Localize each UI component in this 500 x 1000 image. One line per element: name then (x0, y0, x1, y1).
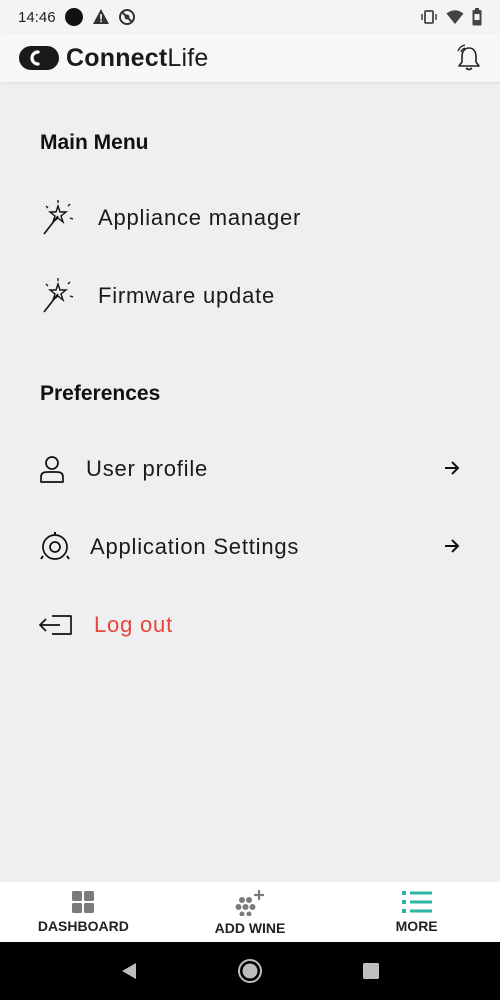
logout-button[interactable]: Log out (38, 599, 468, 651)
menu-item-appliance-manager[interactable]: Appliance manager (38, 192, 468, 244)
menu-item-label: Application Settings (90, 534, 300, 559)
vibrate-icon (421, 10, 437, 24)
logo-text: ConnectLife (66, 43, 209, 72)
notification-dot-icon (64, 8, 83, 26)
home-icon[interactable] (237, 958, 263, 984)
magic-wand-icon (38, 276, 78, 316)
status-time: 14:46 (18, 8, 56, 26)
arrow-right-icon (445, 539, 460, 553)
bottom-nav: DASHBOARD ADD WINE MORE (0, 882, 500, 942)
notification-bell-icon[interactable] (454, 43, 484, 73)
logout-label: Log out (94, 612, 174, 637)
settings-icon (38, 527, 72, 567)
dnd-icon (118, 9, 135, 25)
menu-item-application-settings[interactable]: Application Settings (38, 521, 468, 573)
arrow-right-icon (445, 461, 460, 475)
app-header: ConnectLife (0, 34, 500, 82)
back-icon[interactable] (118, 960, 140, 982)
warning-icon (92, 9, 109, 24)
tab-more[interactable]: MORE (347, 882, 487, 942)
logo-mark-icon (19, 46, 59, 70)
logout-icon (38, 605, 74, 645)
tab-label: ADD WINE (214, 920, 286, 936)
status-bar: 14:46 (0, 0, 500, 34)
menu-item-label: Firmware update (98, 283, 276, 308)
tab-label: MORE (395, 918, 438, 934)
recents-icon[interactable] (360, 960, 382, 982)
tab-add-wine[interactable]: ADD WINE (180, 882, 320, 942)
list-icon (401, 891, 432, 913)
preferences-title: Preferences (40, 382, 161, 405)
menu-item-label: User profile (86, 456, 209, 481)
add-wine-icon (235, 890, 264, 916)
menu-item-user-profile[interactable]: User profile (38, 443, 468, 495)
menu-item-firmware-update[interactable]: Firmware update (38, 270, 468, 322)
user-icon (38, 449, 66, 489)
dashboard-grid-icon (72, 891, 95, 913)
battery-icon (472, 8, 482, 26)
system-nav-bar (0, 942, 500, 1000)
main-menu-title: Main Menu (40, 131, 149, 154)
tab-dashboard[interactable]: DASHBOARD (13, 882, 153, 942)
connectlife-logo: ConnectLife (18, 44, 209, 73)
menu-item-label: Appliance manager (98, 205, 302, 230)
wifi-icon (446, 10, 464, 24)
magic-wand-icon (38, 198, 78, 238)
tab-label: DASHBOARD (37, 918, 129, 934)
